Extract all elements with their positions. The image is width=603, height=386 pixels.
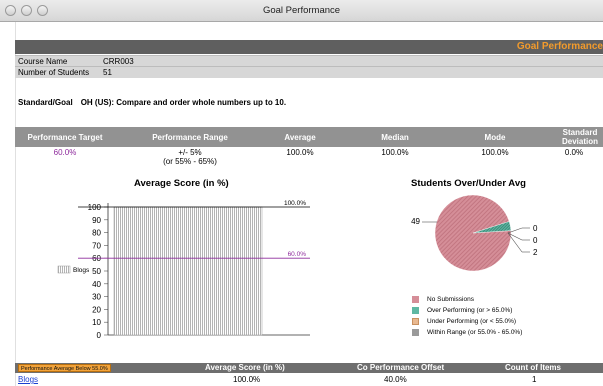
window-title: Goal Performance xyxy=(262,5,341,16)
header-mode: Mode xyxy=(484,132,506,142)
legend-label-within-range: Within Range (or 55.0% - 65.0%) xyxy=(427,329,523,336)
course-name-row: Course Name CRR003 xyxy=(15,55,603,67)
item-link-blogs[interactable]: Blogs xyxy=(18,375,38,384)
header-count-of-items: Count of Items xyxy=(505,363,561,372)
value-performance-target: 60.0% xyxy=(53,148,77,157)
item-performance-offset: 40.0% xyxy=(384,375,407,384)
legend-swatch-under-performing xyxy=(412,318,419,325)
reference-line-label: 100.0% xyxy=(284,200,306,207)
pie-value-label: 0 xyxy=(533,224,538,233)
legend-under-performing: Under Performing (or < 55.0%) xyxy=(412,318,516,325)
students-value: 51 xyxy=(100,66,603,78)
course-name-value: CRR003 xyxy=(100,55,603,67)
bar-chart-title: Average Score (in %) xyxy=(134,178,229,189)
header-standard-deviation: Standard Deviation xyxy=(561,128,598,146)
standard-goal: Standard/Goal OH (US): Compare and order … xyxy=(18,98,286,107)
header-performance-range: Performance Range xyxy=(152,132,228,142)
legend-label-over-performing: Over Performing (or > 65.0%) xyxy=(427,307,513,314)
y-tick-label: 20 xyxy=(92,305,101,314)
legend-no-submissions: No Submissions xyxy=(412,296,474,303)
header-performance-target: Performance Target xyxy=(27,132,103,142)
standard-goal-label: Standard/Goal xyxy=(18,98,73,107)
header-median: Median xyxy=(381,132,409,142)
below-average-badge: Performance Average Below 55.0% xyxy=(18,364,111,372)
y-tick-label: 10 xyxy=(92,318,101,327)
window-titlebar: Goal Performance xyxy=(0,0,603,22)
value-average: 100.0% xyxy=(286,148,314,157)
value-mode: 100.0% xyxy=(481,148,509,157)
item-count: 1 xyxy=(532,375,537,384)
header-average: Average xyxy=(284,132,316,142)
legend-label-blogs: Blogs xyxy=(73,267,90,274)
y-tick-label: 60 xyxy=(92,254,101,263)
legend-swatch-within-range xyxy=(412,329,419,336)
value-standard-deviation: 0.0% xyxy=(564,148,584,157)
legend-label-under-performing: Under Performing (or < 55.0%) xyxy=(427,318,517,325)
students-label: Number of Students xyxy=(15,66,100,78)
pie-leader-line xyxy=(507,232,523,253)
performance-header: Performance Target Performance Range Ave… xyxy=(15,127,603,147)
y-tick-label: 50 xyxy=(92,267,101,276)
report-title: Goal Performance xyxy=(516,41,603,52)
course-info-table: Course Name CRR003 Number of Students 51 xyxy=(15,55,603,78)
report-header-band: Goal Performance xyxy=(15,40,603,54)
course-name-label: Course Name xyxy=(15,55,100,67)
value-range-line2: (or 55% - 65%) xyxy=(163,157,217,166)
y-tick-label: 90 xyxy=(92,216,101,225)
standard-goal-value: OH (US): Compare and order whole numbers… xyxy=(80,98,287,107)
y-tick-label: 100 xyxy=(88,203,102,212)
y-tick-label: 0 xyxy=(97,331,102,340)
legend-swatch-blogs xyxy=(57,265,71,274)
pie-value-label: 49 xyxy=(411,217,420,226)
students-row: Number of Students 51 xyxy=(15,66,603,78)
pie-value-label: 2 xyxy=(533,248,538,257)
legend-label-no-submissions: No Submissions xyxy=(427,296,474,303)
y-tick-label: 30 xyxy=(92,293,101,302)
legend-swatch-over-performing xyxy=(412,307,419,314)
header-performance-offset: Co⁠ Performance Offset xyxy=(357,363,445,372)
legend-swatch-no-submissions xyxy=(412,296,419,303)
header-average-score: Average Score (in %) xyxy=(205,363,285,372)
item-average-score: 100.0% xyxy=(233,375,261,384)
average-score-bar-chart: 1009080706050403020100100.0%60.0%Blogs xyxy=(57,200,310,340)
value-range-line1: +/- 5% xyxy=(178,148,202,157)
y-tick-label: 80 xyxy=(92,229,101,238)
reference-line-label: 60.0% xyxy=(288,251,307,258)
pie-value-label: 0 xyxy=(533,236,538,245)
legend-over-performing: Over Performing (or > 65.0%) xyxy=(412,307,512,314)
pie-chart-title: Students Over/Under Avg xyxy=(411,178,526,189)
bar-blogs xyxy=(113,206,263,336)
items-table-header: Performance Average Below 55.0% Average … xyxy=(15,363,603,373)
value-median: 100.0% xyxy=(381,148,409,157)
legend-within-range: Within Range (or 55.0% - 65.0%) xyxy=(412,329,522,336)
y-tick-label: 40 xyxy=(92,280,101,289)
y-tick-label: 70 xyxy=(92,241,101,250)
value-performance-range: +/- 5% (or 55% - 65%) xyxy=(130,148,250,166)
students-over-under-pie-chart: 49 0 0 2 xyxy=(411,194,538,272)
